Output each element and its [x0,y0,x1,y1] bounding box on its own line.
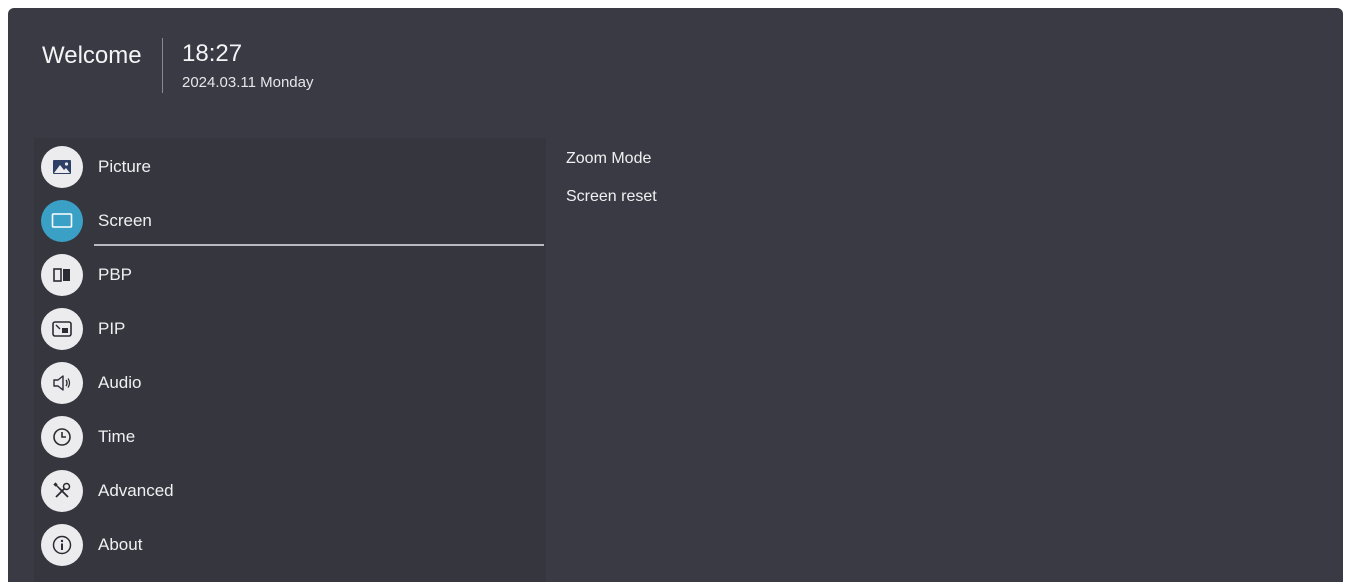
pbp-icon [41,254,83,296]
header: Welcome 18:27 2024.03.11 Monday [8,8,1343,138]
menu-item-label: Picture [98,157,151,176]
menu-item-about[interactable]: About [34,520,546,574]
screen-icon [41,200,83,242]
active-underline [94,244,544,246]
screen-reset-option[interactable]: Screen reset [566,188,657,206]
tools-icon [41,470,83,512]
zoom-mode-option[interactable]: Zoom Mode [566,150,651,168]
menu-item-label: PIP [98,319,126,338]
menu-item-screen[interactable]: Screen [34,196,546,250]
audio-icon [41,362,83,404]
picture-icon [41,146,83,188]
menu-item-label: Audio [98,373,142,392]
menu-item-audio[interactable]: Audio [34,358,546,412]
menu-item-label: PBP [98,265,133,284]
menu-item-picture[interactable]: Picture [34,142,546,196]
settings-window: Welcome 18:27 2024.03.11 Monday Picture … [8,8,1343,582]
menu-item-label: Advanced [98,481,174,500]
menu-item-pip[interactable]: PIP [34,304,546,358]
menu-item-label: About [98,535,143,554]
clock-time: 18:27 [182,40,243,67]
menu-item-pbp[interactable]: PBP [34,250,546,304]
settings-menu: Picture Screen PBP PIP Audio Time Advanc… [34,138,546,582]
info-icon [41,524,83,566]
header-divider [162,38,163,93]
pip-icon [41,308,83,350]
clock-icon [41,416,83,458]
menu-item-advanced[interactable]: Advanced [34,466,546,520]
welcome-title: Welcome [42,42,142,69]
menu-item-label: Screen [98,211,152,230]
menu-item-time[interactable]: Time [34,412,546,466]
clock-date: 2024.03.11 Monday [182,74,314,91]
menu-item-label: Time [98,427,136,446]
